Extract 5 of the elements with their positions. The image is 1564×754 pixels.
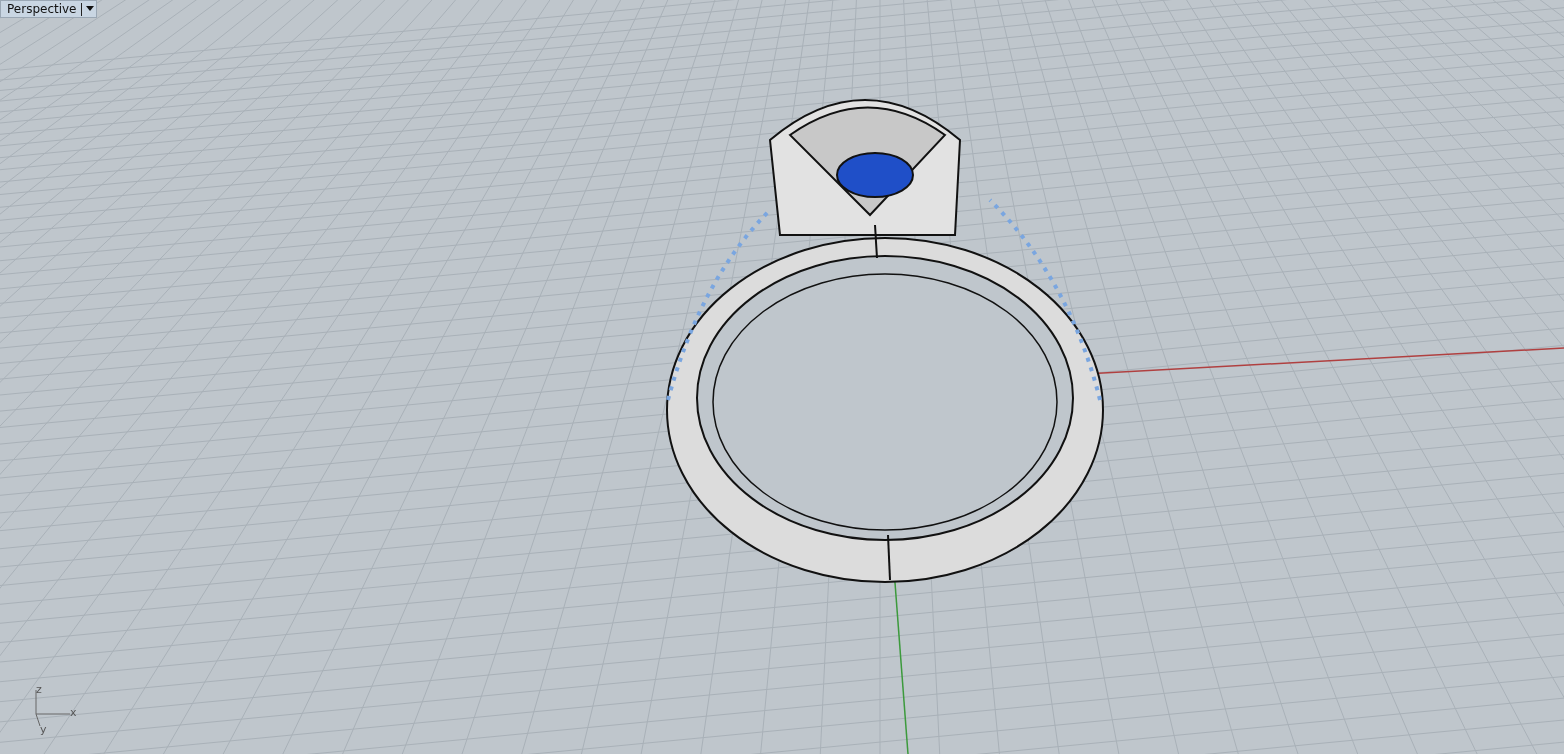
axis-label: z xyxy=(36,684,42,695)
caret-icon[interactable] xyxy=(85,6,94,12)
viewport-tab[interactable]: Perspective xyxy=(0,0,97,18)
axis-label: y xyxy=(40,724,47,735)
axis-label: x xyxy=(70,707,77,718)
